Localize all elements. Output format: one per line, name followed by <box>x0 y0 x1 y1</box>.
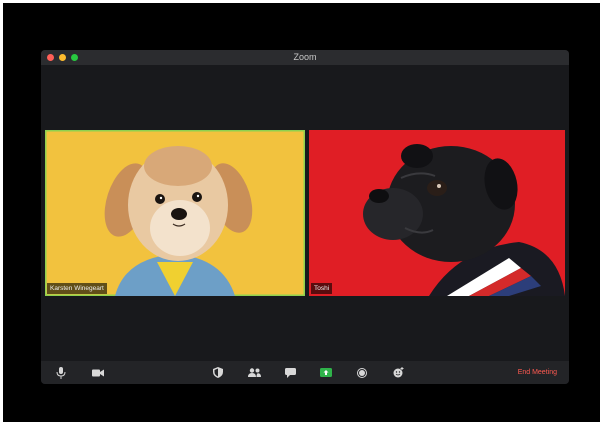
video-tile-toshi[interactable]: Toshi <box>309 130 565 296</box>
window-title: Zoom <box>293 52 317 62</box>
participant-name-label: Karsten Winegeart <box>47 283 107 294</box>
participants-icon[interactable] <box>247 366 261 379</box>
video-tile-karsten[interactable]: Karsten Winegeart <box>45 130 305 296</box>
share-screen-icon[interactable] <box>319 366 333 379</box>
zoom-window: Zoom Karsten Winegeart Toshi End Meeting <box>41 50 569 384</box>
record-icon[interactable] <box>355 366 369 379</box>
end-meeting-button[interactable]: End Meeting <box>518 361 557 384</box>
chat-icon[interactable] <box>283 366 297 379</box>
video-camera-icon[interactable] <box>91 366 105 379</box>
participant-name-label: Toshi <box>311 283 333 294</box>
meeting-toolbar: End Meeting <box>41 361 569 384</box>
screen-frame: Zoom Karsten Winegeart Toshi End Meeting <box>3 3 600 422</box>
dog-video-feed <box>104 146 253 296</box>
security-shield-icon[interactable] <box>211 366 225 379</box>
reactions-icon[interactable] <box>391 366 405 379</box>
title-bar: Zoom <box>41 50 569 65</box>
microphone-icon[interactable] <box>54 366 68 379</box>
pug-video-feed <box>363 144 565 296</box>
